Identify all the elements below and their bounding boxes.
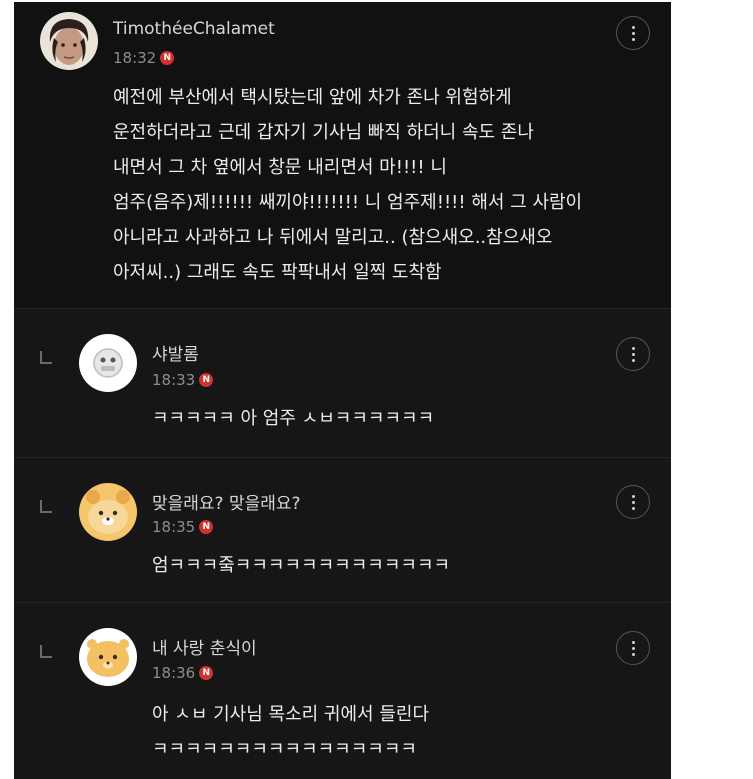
dot-icon	[631, 494, 635, 498]
comment-meta: 18:35 N	[152, 518, 214, 536]
new-badge: N	[199, 373, 214, 387]
dot-icon	[631, 652, 635, 656]
new-badge: N	[199, 520, 214, 534]
comment-meta: 18:36 N	[152, 664, 214, 682]
comment-timestamp: 18:32	[113, 49, 157, 67]
dot-icon	[631, 25, 635, 29]
new-badge: N	[160, 51, 175, 65]
comment-username[interactable]: 샤발롬	[152, 340, 199, 365]
more-options-button[interactable]	[616, 631, 650, 665]
more-options-button[interactable]	[616, 16, 650, 50]
comment-timestamp: 18:36	[152, 664, 196, 682]
avatar[interactable]	[40, 12, 98, 70]
comment: TimothéeChalamet 18:32 N 예전에 부산에서 택시탔는데 …	[14, 2, 671, 308]
avatar[interactable]	[79, 483, 137, 541]
dot-icon	[631, 352, 635, 356]
more-options-button[interactable]	[616, 485, 650, 519]
dot-icon	[631, 640, 635, 644]
reply-comment: 맞을래요? 맞을래요? 18:35 N 엄ㅋㅋㅋ줔ㅋㅋㅋㅋㅋㅋㅋㅋㅋㅋㅋㅋㅋ	[14, 458, 671, 602]
comment-meta: 18:33 N	[152, 371, 214, 389]
comment-text: ㅋㅋㅋㅋㅋ 아 엄주 ㅅㅂㅋㅋㅋㅋㅋㅋ	[152, 408, 435, 429]
comment-meta: 18:32 N	[113, 49, 175, 67]
reply-indent-icon	[40, 500, 52, 513]
more-options-button[interactable]	[616, 337, 650, 371]
dot-icon	[631, 506, 635, 510]
comment-text: 예전에 부산에서 택시탔는데 앞에 차가 존나 위험하게 운전하더라고 근데 갑…	[113, 87, 583, 283]
dot-icon	[631, 37, 635, 41]
comment-username[interactable]: 내 사랑 춘식이	[152, 634, 257, 659]
comment-text: 아 ㅅㅂ 기사님 목소리 귀에서 들린다 ㅋㅋㅋㅋㅋㅋㅋㅋㅋㅋㅋㅋㅋㅋㅋㅋ	[152, 704, 430, 760]
reply-indent-icon	[40, 351, 52, 364]
comment-timestamp: 18:33	[152, 371, 196, 389]
comment-username[interactable]: 맞을래요? 맞을래요?	[152, 489, 301, 514]
comment-username[interactable]: TimothéeChalamet	[113, 19, 275, 39]
avatar[interactable]	[79, 628, 137, 686]
reply-indent-icon	[40, 645, 52, 658]
comment-text: 엄ㅋㅋㅋ줔ㅋㅋㅋㅋㅋㅋㅋㅋㅋㅋㅋㅋㅋ	[152, 555, 451, 576]
dot-icon	[631, 500, 635, 504]
reply-comment: 샤발롬 18:33 N ㅋㅋㅋㅋㅋ 아 엄주 ㅅㅂㅋㅋㅋㅋㅋㅋ	[14, 309, 671, 457]
reply-comment: 내 사랑 춘식이 18:36 N 아 ㅅㅂ 기사님 목소리 귀에서 들린다 ㅋㅋ…	[14, 603, 671, 779]
dot-icon	[631, 358, 635, 362]
comment-thread: TimothéeChalamet 18:32 N 예전에 부산에서 택시탔는데 …	[14, 2, 671, 779]
new-badge: N	[199, 666, 214, 680]
dot-icon	[631, 646, 635, 650]
comment-timestamp: 18:35	[152, 518, 196, 536]
dot-icon	[631, 31, 635, 35]
dot-icon	[631, 346, 635, 350]
avatar[interactable]	[79, 334, 137, 392]
